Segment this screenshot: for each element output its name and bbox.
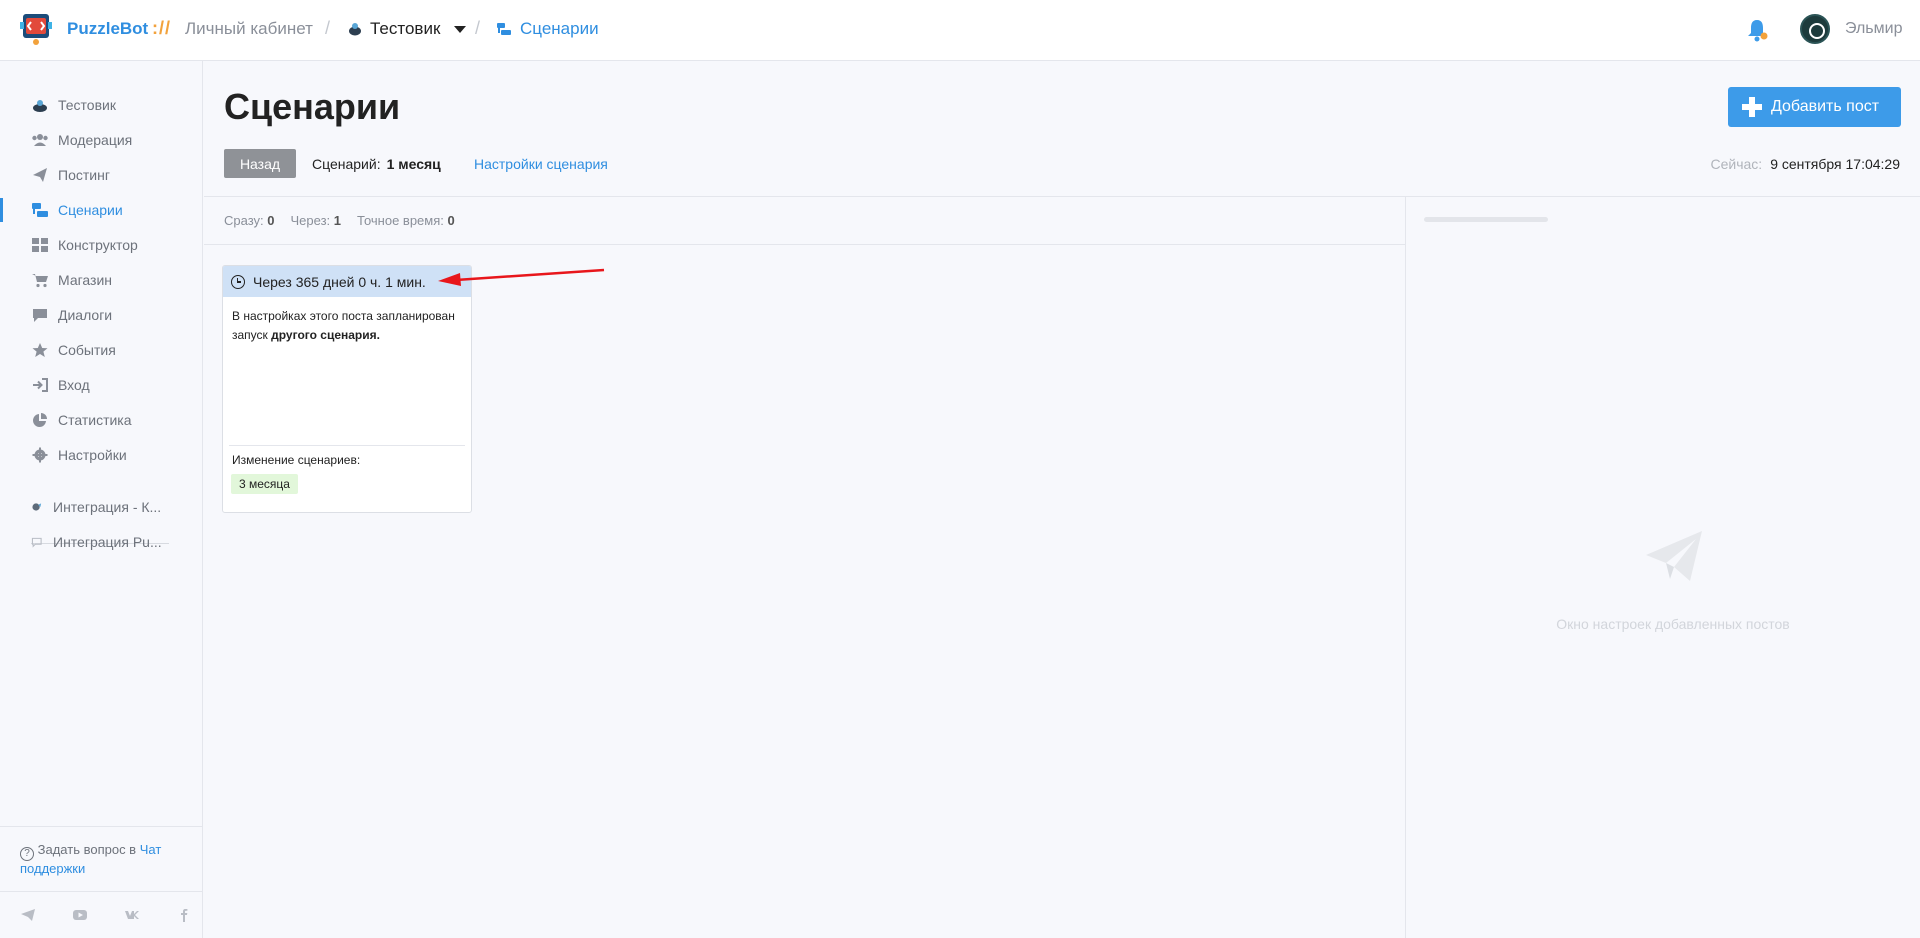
- post-card[interactable]: Через 365 дней 0 ч. 1 мин. В настройках …: [222, 265, 472, 513]
- post-body-bold: другого сценария.: [271, 328, 380, 342]
- bot-icon: [33, 100, 47, 112]
- sidebar-item-integration-1[interactable]: Интеграция - К...: [0, 491, 202, 523]
- paper-plane-icon: [1646, 531, 1702, 581]
- chevron-down-icon: [454, 25, 467, 33]
- sidebar-item-integration-2[interactable]: Интеграция Pu...: [0, 526, 202, 558]
- scenario-info: Сценарий: 1 месяц: [312, 156, 441, 172]
- now-value: 9 сентября 17:04:29: [1770, 156, 1900, 172]
- paper-plane-icon: [33, 168, 47, 182]
- sidebar-item-constructor[interactable]: Конструктор: [0, 229, 202, 261]
- skeleton-bar: [1424, 217, 1548, 222]
- breadcrumb-separator: /: [325, 18, 331, 38]
- sidebar-item-label: Настройки: [58, 447, 127, 463]
- post-card-body: В настройках этого поста запланирован за…: [223, 297, 471, 445]
- gear-icon: [32, 447, 48, 463]
- sidebar-item-settings[interactable]: Настройки: [0, 439, 202, 471]
- help-prefix: Задать вопрос в: [37, 842, 137, 857]
- sidebar-item-label: Тестовик: [58, 97, 116, 113]
- sidebar-item-label: Сценарии: [58, 202, 123, 218]
- sidebar-item-login[interactable]: Вход: [0, 369, 202, 401]
- scenario-tag[interactable]: 3 месяца: [231, 474, 298, 494]
- bot-icon: [349, 23, 361, 36]
- notification-bell-icon[interactable]: [1745, 17, 1769, 43]
- brand-separator: ://: [152, 18, 171, 38]
- sidebar-item-label: Магазин: [58, 272, 113, 288]
- chat-bubble-icon: [31, 537, 42, 548]
- breadcrumb-scenarios[interactable]: Сценарии: [496, 19, 599, 39]
- grid-icon: [32, 238, 48, 252]
- post-delay-text: Через 365 дней 0 ч. 1 мин.: [253, 273, 426, 290]
- post-card-header[interactable]: Через 365 дней 0 ч. 1 мин.: [223, 266, 471, 297]
- username[interactable]: Эльмир: [1845, 20, 1902, 38]
- sidebar-item-label: Диалоги: [58, 307, 113, 323]
- facebook-icon[interactable]: [176, 908, 192, 922]
- annotation-arrow-icon: [438, 268, 605, 286]
- settings-placeholder-text: Окно настроек добавленных постов: [1556, 616, 1790, 632]
- sidebar: Тестовик Модерация Постинг Сценарии Конс…: [0, 61, 203, 938]
- sidebar-item-label: Вход: [58, 377, 90, 393]
- cart-icon: [32, 274, 48, 288]
- star-icon: [32, 343, 48, 357]
- sidebar-item-dialogs[interactable]: Диалоги: [0, 299, 202, 331]
- scenario-settings-link[interactable]: Настройки сценария: [474, 156, 608, 172]
- telegram-icon[interactable]: [20, 908, 36, 922]
- vk-icon[interactable]: [124, 908, 140, 922]
- plus-icon: [1742, 97, 1762, 117]
- bot-name: Тестовик: [370, 19, 441, 38]
- sidebar-item-label: Модерация: [58, 132, 133, 148]
- sign-in-icon: [33, 378, 48, 392]
- sidebar-item-label: События: [58, 342, 116, 358]
- count-immediate: Сразу: 0: [224, 213, 275, 228]
- add-post-label: Добавить пост: [1771, 98, 1880, 115]
- sidebar-item-label: Статистика: [58, 412, 132, 428]
- post-counts-bar: Сразу: 0 Через: 1 Точное время: 0: [204, 196, 1405, 245]
- sidebar-item-label: Конструктор: [58, 237, 138, 253]
- user-avatar[interactable]: [1800, 14, 1830, 44]
- brand-name[interactable]: PuzzleBot: [67, 19, 148, 39]
- page-title: Сценарии: [224, 86, 401, 127]
- pie-chart-icon: [33, 413, 47, 427]
- sidebar-item-statistics[interactable]: Статистика: [0, 404, 202, 436]
- help-divider: [0, 826, 202, 827]
- top-bar: PuzzleBot :// Личный кабинет / Тестовик …: [0, 0, 1920, 61]
- sidebar-item-label: Интеграция - К...: [53, 499, 162, 515]
- count-exact-time: Точное время: 0: [357, 213, 455, 228]
- help-divider: [0, 891, 202, 892]
- sidebar-item-events[interactable]: События: [0, 334, 202, 366]
- sidebar-item-posting[interactable]: Постинг: [0, 159, 202, 191]
- current-time: Сейчас: 9 сентября 17:04:29: [1711, 156, 1901, 172]
- sidebar-item-shop[interactable]: Магазин: [0, 264, 202, 296]
- sidebar-item-label: Интеграция Pu...: [53, 534, 162, 550]
- post-footer-label: Изменение сценариев:: [232, 453, 361, 467]
- breadcrumb-separator: /: [475, 18, 481, 38]
- breadcrumb-cabinet[interactable]: Личный кабинет: [185, 19, 313, 39]
- scenario-name: 1 месяц: [386, 156, 441, 172]
- social-links: [20, 908, 192, 922]
- add-post-button[interactable]: Добавить пост: [1728, 87, 1901, 127]
- sidebar-item-label: Постинг: [58, 167, 110, 183]
- help-block: ? Задать вопрос в Чат поддержки: [20, 842, 190, 877]
- puzzlebot-logo-icon[interactable]: [20, 12, 52, 46]
- scenarios-icon: [32, 203, 48, 217]
- sidebar-item-bot[interactable]: Тестовик: [0, 89, 202, 121]
- clock-icon: [231, 274, 245, 289]
- sidebar-item-moderation[interactable]: Модерация: [0, 124, 202, 156]
- back-button[interactable]: Назад: [224, 149, 296, 178]
- count-delay: Через: 1: [290, 213, 342, 228]
- now-label: Сейчас:: [1710, 156, 1763, 172]
- sidebar-item-scenarios[interactable]: Сценарии: [0, 194, 202, 226]
- post-settings-panel: Окно настроек добавленных постов: [1405, 196, 1920, 938]
- chat-icon: [33, 309, 47, 322]
- scenario-label: Сценарий:: [312, 156, 381, 172]
- question-icon: ?: [20, 847, 34, 861]
- breadcrumb-bot-selector[interactable]: Тестовик: [348, 19, 467, 39]
- scenarios-icon: [497, 23, 511, 35]
- integration-icon: [32, 503, 42, 511]
- users-icon: [32, 134, 48, 146]
- youtube-icon[interactable]: [72, 908, 88, 922]
- breadcrumb-scenarios-label: Сценарии: [520, 19, 599, 38]
